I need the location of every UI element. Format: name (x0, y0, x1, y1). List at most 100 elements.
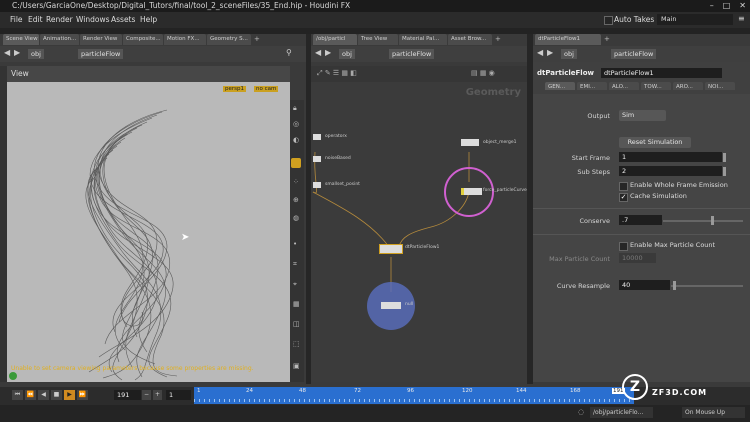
close-icon[interactable]: ✕ (739, 1, 746, 10)
network-forward-icon[interactable]: ▶ (325, 48, 331, 57)
play-forward-icon[interactable]: ▶ (64, 390, 75, 400)
curve-resample-field[interactable]: 40 (619, 280, 670, 290)
reset-simulation-button[interactable]: Reset Simulation (619, 137, 691, 148)
add-param-tab-icon[interactable]: + (602, 34, 612, 45)
folder-tab-toward[interactable]: TOW... (641, 82, 671, 90)
grid-icon[interactable]: ▦ (293, 300, 300, 308)
node-operatorx[interactable] (313, 134, 321, 140)
folder-tab-emission[interactable]: EMI... (577, 82, 607, 90)
folder-tab-along[interactable]: ALO... (609, 82, 639, 90)
menu-edit[interactable]: Edit (28, 15, 43, 24)
lock-icon[interactable]: 🔒︎ (293, 104, 297, 113)
node-dtparticleflow[interactable] (379, 244, 403, 254)
desktop-menu-icon[interactable]: ≡ (738, 14, 745, 23)
conserve-field[interactable]: .7 (619, 215, 662, 225)
step-forward-icon[interactable]: ⏩ (77, 390, 88, 400)
menu-windows[interactable]: Windows (76, 15, 109, 24)
network-path-root[interactable]: obj (339, 49, 355, 59)
conserve-slider-track[interactable] (663, 220, 743, 222)
network-path-node[interactable]: particleFlow (389, 49, 435, 59)
node-null[interactable] (381, 302, 401, 309)
sub-steps-slider[interactable] (723, 167, 726, 176)
network-view-icons[interactable]: ▤ ▦ ◉ (471, 69, 495, 77)
tab-material-palette[interactable]: Material Pal... (399, 34, 447, 45)
start-frame-field[interactable]: 1 (619, 152, 722, 162)
path-root[interactable]: obj (28, 49, 44, 59)
node-name-field[interactable]: dtParticleFlow1 (601, 68, 722, 78)
node-force-curve[interactable] (461, 188, 482, 195)
tab-parameters[interactable]: dtParticleFlow1 (535, 34, 601, 45)
current-frame-field[interactable]: 191 (114, 390, 141, 400)
view-label: View (11, 69, 29, 78)
uv-icon[interactable]: ⌗ (293, 260, 297, 269)
normals-icon[interactable]: ⊕ (293, 196, 299, 204)
render-icon[interactable]: ▣ (293, 362, 300, 370)
desktop-selector[interactable]: Main (657, 14, 733, 25)
tab-network-editor[interactable]: /obj/particl (313, 34, 357, 45)
tab-tree-view[interactable]: Tree View (358, 34, 398, 45)
curve-resample-slider-track[interactable] (671, 285, 743, 287)
frame-decrement-icon[interactable]: − (142, 390, 151, 400)
menu-render[interactable]: Render (46, 15, 73, 24)
update-mode-menu[interactable]: On Mouse Up (682, 407, 745, 418)
frame-step-field[interactable]: 1 (166, 390, 191, 400)
network-back-icon[interactable]: ◀ (315, 48, 321, 57)
enable-whole-frame-checkbox[interactable] (619, 182, 628, 191)
start-frame-slider[interactable] (723, 153, 726, 162)
status-icon[interactable]: ◌ (578, 408, 584, 416)
sub-steps-field[interactable]: 2 (619, 166, 722, 176)
network-editor[interactable]: Geometry operatorx noiseBased smallset_p… (311, 82, 527, 382)
enable-max-count-checkbox[interactable] (619, 242, 628, 251)
snap-icon[interactable]: ◎ (293, 120, 299, 128)
menu-assets[interactable]: Assets (111, 15, 135, 24)
node-smallset[interactable] (313, 182, 321, 188)
play-reverse-icon[interactable]: ◀ (38, 390, 49, 400)
forward-arrow-icon[interactable]: ▶ (14, 48, 20, 57)
path-node[interactable]: particleFlow (78, 49, 124, 59)
goto-start-icon[interactable]: ⏮ (12, 390, 23, 400)
folder-tab-around[interactable]: ARO... (673, 82, 703, 90)
minimize-icon[interactable]: – (710, 1, 714, 10)
tab-composite[interactable]: Composite... (123, 34, 163, 45)
wire-icon[interactable]: ⬚ (293, 340, 300, 348)
tab-animation[interactable]: Animation... (40, 34, 79, 45)
menu-help[interactable]: Help (140, 15, 157, 24)
param-forward-icon[interactable]: ▶ (547, 48, 553, 57)
tab-scene-view[interactable]: Scene View (3, 34, 39, 45)
param-back-icon[interactable]: ◀ (537, 48, 543, 57)
pin-icon[interactable]: ⚲ (286, 48, 292, 57)
maximize-icon[interactable]: □ (723, 1, 731, 10)
dot-icon[interactable]: • (293, 240, 297, 248)
menu-file[interactable]: File (10, 15, 23, 24)
scene-viewport[interactable]: persp1 no cam ➤ (7, 82, 290, 382)
frame-increment-icon[interactable]: + (153, 390, 162, 400)
param-path-node[interactable]: particleFlow (611, 49, 657, 59)
add-tab-icon[interactable]: + (252, 34, 262, 45)
conserve-slider-handle[interactable] (711, 216, 714, 225)
display-icon[interactable]: ◐ (293, 136, 299, 144)
camera-icon[interactable]: ◫ (293, 320, 300, 328)
network-tool-icons[interactable]: ⤢ ✎ ☰ ▦ ◧ (317, 69, 357, 78)
node-noisebased[interactable] (313, 156, 321, 162)
back-arrow-icon[interactable]: ◀ (4, 48, 10, 57)
curve-resample-slider-handle[interactable] (673, 281, 676, 290)
folder-tab-noise[interactable]: NOI... (705, 82, 735, 90)
tab-motion-fx[interactable]: Motion FX... (164, 34, 206, 45)
auto-takes-checkbox[interactable] (604, 16, 613, 25)
points-icon[interactable]: ⁘ (293, 178, 299, 186)
light-icon[interactable] (291, 158, 301, 168)
visibility-icon[interactable]: ◍ (293, 214, 299, 222)
folder-tab-general[interactable]: GEN... (545, 82, 575, 90)
tab-geometry-spreadsheet[interactable]: Geometry S... (207, 34, 251, 45)
add-network-tab-icon[interactable]: + (493, 34, 503, 45)
timeline-track[interactable]: 1 24 48 72 96 120 144 168 191 (194, 387, 634, 404)
tab-render-view[interactable]: Render View (80, 34, 122, 45)
output-menu[interactable]: Sim (619, 110, 666, 121)
guide-icon[interactable]: ⌖ (293, 280, 297, 289)
step-back-icon[interactable]: ⏪ (25, 390, 36, 400)
cache-simulation-checkbox[interactable]: ✓ (619, 193, 628, 202)
node-object-merge[interactable] (461, 139, 479, 146)
param-path-root[interactable]: obj (561, 49, 577, 59)
tab-asset-browser[interactable]: Asset Brow... (448, 34, 492, 45)
stop-icon[interactable]: ■ (51, 390, 62, 400)
